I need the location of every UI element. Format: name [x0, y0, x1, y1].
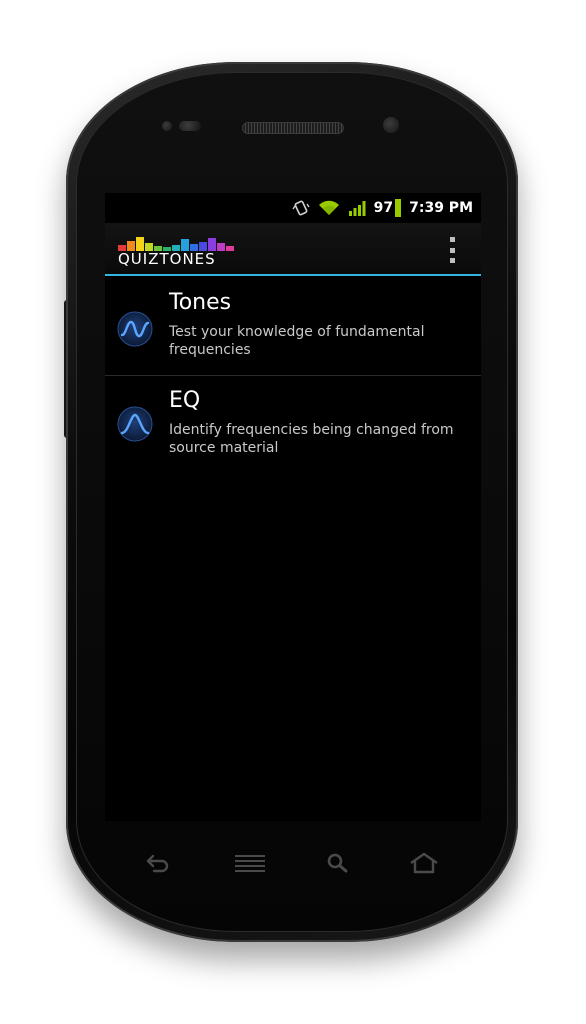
menu-icon[interactable] — [230, 845, 270, 881]
list-item-subtitle: Identify frequencies being changed from … — [169, 422, 454, 456]
list-item-title: Tones — [169, 290, 232, 315]
battery-level: 97 — [373, 200, 394, 216]
overflow-menu-icon[interactable] — [447, 237, 457, 263]
battery-icon — [395, 199, 402, 217]
status-time: 7:39 PM — [409, 200, 473, 216]
equalizer-logo-icon — [118, 237, 234, 251]
back-icon[interactable] — [138, 845, 178, 881]
device-frame: 97 7:39 PM QUIZTONES Tones Test your kno… — [0, 0, 586, 1024]
screen: 97 7:39 PM QUIZTONES Tones Test your kno… — [105, 193, 481, 821]
signal-icon — [348, 200, 366, 216]
vibrate-icon — [292, 200, 310, 216]
light-sensor — [179, 121, 201, 131]
status-bar: 97 7:39 PM — [105, 193, 481, 223]
list-item-tones[interactable]: Tones Test your knowledge of fundamental… — [105, 278, 481, 375]
front-camera — [383, 117, 399, 133]
list-item-title: EQ — [169, 388, 201, 413]
eq-peak-icon — [117, 406, 153, 442]
app-logo: QUIZTONES — [118, 237, 240, 267]
navigation-bar — [120, 845, 466, 881]
app-title: QUIZTONES — [118, 250, 216, 268]
home-icon[interactable] — [404, 845, 444, 881]
action-bar: QUIZTONES — [105, 223, 481, 276]
quiz-list: Tones Test your knowledge of fundamental… — [105, 278, 481, 472]
list-item-eq[interactable]: EQ Identify frequencies being changed fr… — [105, 375, 481, 472]
earpiece-speaker — [242, 122, 344, 134]
wifi-icon — [318, 200, 340, 216]
search-icon[interactable] — [318, 845, 358, 881]
proximity-sensor — [162, 121, 172, 131]
sine-wave-icon — [117, 311, 153, 347]
list-item-subtitle: Test your knowledge of fundamental frequ… — [169, 324, 425, 358]
